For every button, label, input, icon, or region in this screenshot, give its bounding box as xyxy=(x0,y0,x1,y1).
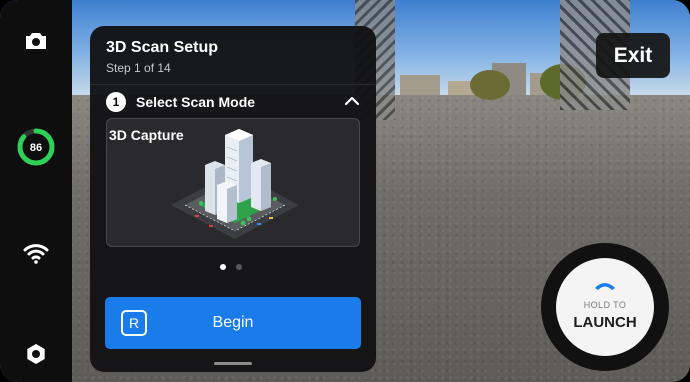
camera-icon[interactable] xyxy=(25,32,47,55)
pager-dot[interactable] xyxy=(220,264,226,270)
wifi-icon[interactable] xyxy=(23,242,49,269)
begin-label: Begin xyxy=(212,314,254,331)
panel-title: 3D Scan Setup xyxy=(106,39,219,56)
chevron-up-icon xyxy=(595,283,615,290)
chevron-up-icon[interactable] xyxy=(342,91,362,111)
battery-percent: 86 xyxy=(30,142,42,154)
panel-subtitle: Step 1 of 14 xyxy=(106,61,171,75)
launch-label: LAUNCH xyxy=(573,314,637,331)
exit-button[interactable]: Exit xyxy=(596,33,670,78)
battery-gauge: 86 xyxy=(16,127,56,172)
hold-to-label: HOLD TO xyxy=(583,300,627,310)
pager-dots[interactable] xyxy=(220,264,250,272)
scan-setup-panel: 3D Scan Setup Step 1 of 14 1 Select Scan… xyxy=(90,26,376,372)
city-illustration-icon xyxy=(171,129,299,239)
launch-control: HOLD TO LAUNCH xyxy=(541,243,669,371)
step-number-badge: 1 xyxy=(106,92,126,112)
gear-icon[interactable] xyxy=(26,344,46,369)
scan-mode-card[interactable]: 3D Capture xyxy=(106,118,360,247)
pager-dot[interactable] xyxy=(236,264,242,270)
step-header[interactable]: 1 Select Scan Mode xyxy=(90,84,376,114)
hold-to-launch-button[interactable]: HOLD TO LAUNCH xyxy=(556,258,654,356)
home-indicator xyxy=(214,362,252,365)
left-rail: 86 xyxy=(0,0,72,382)
step-label: Select Scan Mode xyxy=(136,94,256,110)
begin-button[interactable]: R Begin xyxy=(105,297,361,349)
